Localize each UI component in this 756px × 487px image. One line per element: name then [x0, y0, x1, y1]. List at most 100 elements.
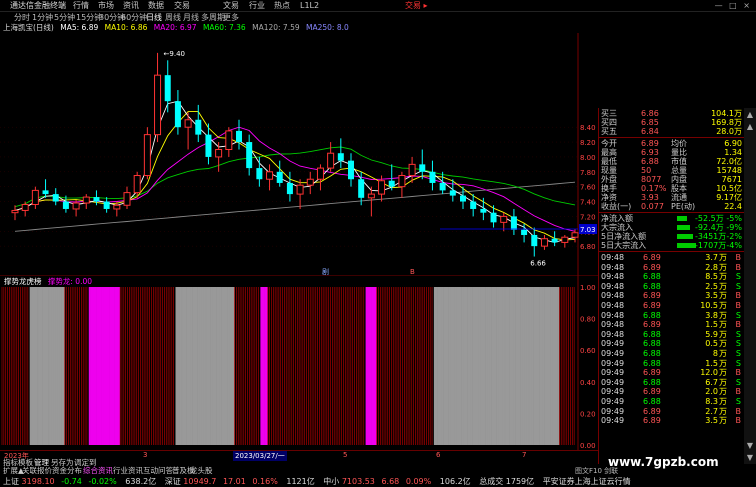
candle: [113, 204, 121, 210]
scroll-up-icon[interactable]: ▲: [746, 110, 754, 119]
indicator-bar: [205, 287, 208, 445]
indicator-y-tick: 0.40: [580, 379, 596, 387]
stat-value: 6.93: [641, 148, 659, 157]
bid-volume: 169.8万: [711, 118, 742, 127]
tab-qa[interactable]: 互动问答: [143, 466, 173, 475]
stock-name: 上海凯宝(日线): [3, 23, 54, 32]
sz-index-label[interactable]: 深证: [165, 477, 181, 486]
candle: [195, 119, 202, 135]
tick-time: 09:48: [601, 272, 625, 282]
candle: [306, 178, 314, 186]
stat-value: 6.88: [641, 157, 659, 166]
indicator-bar: [435, 287, 438, 445]
stat-label: 均价: [671, 139, 687, 148]
tick-volume: 2.0: [705, 387, 718, 397]
menu-item-trading[interactable]: 交易: [174, 0, 190, 11]
stat-row: 最高 6.93 量比 1.34: [599, 148, 744, 157]
tick-unit: 万: [719, 262, 727, 272]
indicator-title: 撑势龙虎榜: [4, 277, 42, 286]
trade-button[interactable]: 交易 ▸: [405, 0, 428, 11]
indicator-bar: [33, 287, 36, 445]
candle: [470, 201, 477, 209]
tick-side: B: [735, 416, 742, 426]
tab-industry-news[interactable]: 行业资讯: [113, 466, 143, 475]
period-tab-weekly[interactable]: 周线: [165, 12, 181, 23]
menu-item-trade-market[interactable]: 市场: [98, 0, 114, 11]
menu-item-wenyi[interactable]: 文易: [223, 0, 239, 11]
indicator-bar: [38, 287, 42, 445]
window-controls[interactable]: — □ ×: [715, 0, 752, 11]
tick-volume: 10.5: [700, 301, 718, 310]
stat-value: 3.93: [641, 193, 659, 202]
bid-label: 买四: [601, 118, 617, 127]
scroll-up-icon[interactable]: ▲: [746, 122, 754, 131]
indicator-bar: [210, 287, 213, 445]
tick-volume: 8.3: [705, 397, 718, 406]
indicator-bar: [101, 287, 104, 445]
stat-value: 9.17亿: [716, 193, 742, 202]
indicator-bar: [35, 287, 38, 445]
period-tab-timeshare[interactable]: 分时: [14, 12, 30, 23]
indicator-bar: [114, 287, 117, 445]
tick-unit: 万: [719, 349, 727, 358]
flow-pct: -9%: [726, 223, 742, 232]
candle: [31, 189, 39, 206]
tick-price: 6.88: [643, 310, 661, 320]
indicator-bar: [505, 287, 509, 445]
tab-overall-news[interactable]: 综合资讯: [83, 466, 113, 475]
candle: [408, 163, 416, 177]
menu-item-hotspot[interactable]: 热点: [274, 0, 290, 11]
period-tab-multi[interactable]: 多周期: [201, 12, 225, 23]
tab-leader[interactable]: 龙头股: [190, 466, 213, 475]
indicator-bar: [214, 287, 217, 445]
scroll-down-icon[interactable]: ▼: [746, 441, 754, 450]
stat-row: 换手 0.17% 股本 10.5亿: [599, 184, 744, 193]
period-tab-monthly[interactable]: 月线: [183, 12, 199, 23]
period-tab-more[interactable]: 更多: [223, 12, 239, 23]
indicator-bar: [520, 287, 523, 445]
tab-extend[interactable]: 扩展▲: [3, 466, 24, 475]
indicator-bar: [90, 287, 93, 445]
app-title: 通达信金融终端: [10, 1, 66, 10]
tick-time: 09:48: [601, 291, 625, 301]
indicator-bar: [529, 287, 533, 445]
indicator-bar: [452, 287, 455, 445]
menu-item-market[interactable]: 行情: [73, 0, 89, 11]
scroll-down-icon[interactable]: ▼: [746, 453, 754, 462]
period-tab-5min[interactable]: 5分钟: [54, 12, 75, 23]
zx-index-change: 6.68: [381, 477, 400, 486]
tick-row: 09:49 6.88 8.3 万 S: [599, 397, 744, 406]
indicator-bar: [264, 287, 267, 445]
tick-volume: 8: [712, 349, 718, 358]
indicator-bar: [474, 287, 477, 445]
candle: [42, 190, 49, 195]
tick-side: B: [735, 291, 742, 301]
sz-index-amount: 1121亿: [286, 477, 315, 486]
tick-unit: 万: [719, 358, 727, 368]
tick-time: 09:49: [601, 397, 625, 406]
tab-fund-flow[interactable]: 资金分布: [52, 466, 82, 475]
indicator-bar: [94, 287, 97, 445]
candle: [11, 209, 19, 214]
menu-item-industry[interactable]: 行业: [249, 0, 265, 11]
menu-item-l1l2[interactable]: L1L2: [300, 0, 319, 11]
menu-item-news[interactable]: 资讯: [123, 0, 139, 11]
period-tab-1min[interactable]: 1分钟: [32, 12, 53, 23]
tick-time: 09:48: [601, 329, 625, 339]
period-tab-60min[interactable]: 60分钟: [121, 12, 147, 23]
zx-index-label[interactable]: 中小: [323, 477, 339, 486]
stat-label: 今开: [601, 139, 617, 148]
tab-related-quote[interactable]: 关联报价: [22, 466, 52, 475]
indicator-bar: [372, 287, 376, 445]
tick-volume: 3.5: [705, 291, 718, 301]
candlestick-chart[interactable]: 8.408.208.007.807.607.407.207.006.80←9.4…: [0, 33, 598, 276]
menu-item-data[interactable]: 数据: [148, 0, 164, 11]
period-tab-daily[interactable]: 日线: [146, 12, 162, 23]
indicator-bar: [463, 287, 466, 445]
indicator-bar: [481, 287, 485, 445]
tick-price: 6.89: [643, 320, 661, 330]
sh-index-label[interactable]: 上证: [3, 477, 19, 486]
indicator-chart[interactable]: 1.00 0.80 0.60 0.40 0.20 0.00: [0, 275, 598, 450]
indicator-bar: [197, 287, 200, 445]
panel-scrollbar[interactable]: ▲ ▲ ▼ ▼: [744, 108, 756, 464]
